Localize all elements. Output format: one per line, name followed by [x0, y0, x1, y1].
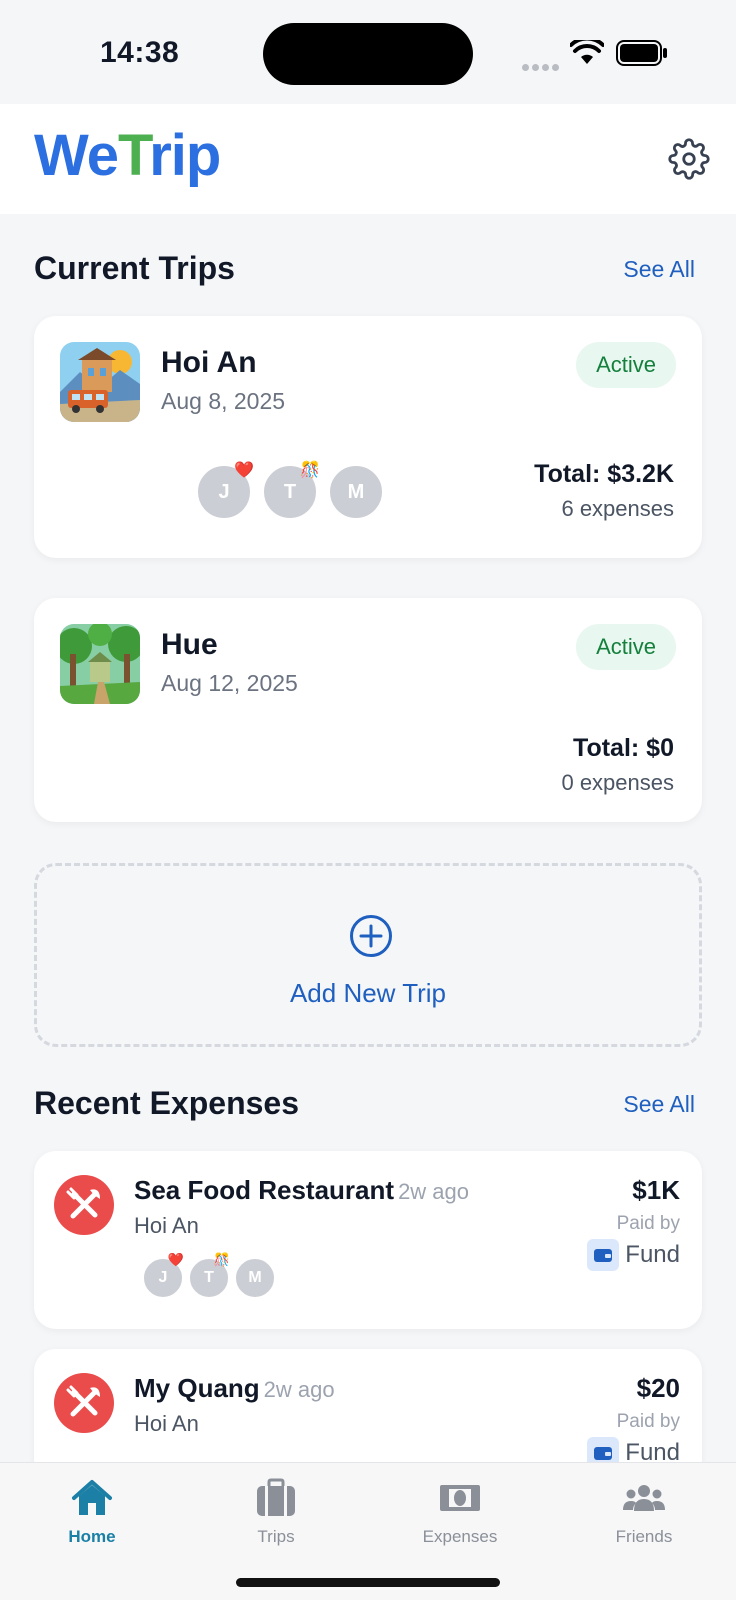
add-new-trip-label: Add New Trip: [289, 978, 447, 1008]
expense-amount: $20: [636, 1373, 680, 1403]
people-icon: [584, 1475, 704, 1521]
paid-by-label: Paid by: [616, 1213, 680, 1234]
trip-expense-count: 6 expenses: [561, 496, 674, 521]
avatar: T 🎊: [188, 1252, 230, 1299]
tab-trips[interactable]: Trips: [216, 1475, 336, 1547]
app-header: WeTrip: [0, 104, 736, 214]
expense-trip-name: Hoi An: [134, 1213, 199, 1238]
expense-card[interactable]: Sea Food Restaurant 2w ago Hoi An J ❤️ T …: [34, 1151, 702, 1329]
tab-friends[interactable]: Friends: [584, 1475, 704, 1547]
expense-title: My Quang 2w ago: [134, 1373, 335, 1403]
avatar: J ❤️: [196, 462, 254, 520]
app-logo: WeTrip: [34, 123, 221, 188]
trip-total: Total: $3.2K: [534, 460, 674, 488]
paid-by-fund: Fund: [587, 1239, 680, 1271]
trip-thumbnail-hoi-an: [60, 342, 140, 422]
trip-total: Total: $0: [573, 734, 674, 762]
avatar: M: [328, 464, 384, 520]
cellular-signal-icon: [522, 58, 562, 76]
trip-date: Aug 8, 2025: [161, 388, 286, 414]
avatar: J ❤️: [142, 1252, 184, 1299]
avatar: T 🎊: [262, 462, 320, 520]
expense-amount: $1K: [632, 1175, 680, 1205]
expense-members: J ❤️ T 🎊 M: [142, 1252, 280, 1299]
expense-time-ago: 2w ago: [263, 1377, 335, 1402]
status-badge: Active: [576, 624, 676, 670]
expense-title: Sea Food Restaurant 2w ago: [134, 1175, 470, 1205]
status-bar: 14:38: [0, 0, 736, 104]
current-trips-see-all-link[interactable]: See All: [623, 256, 695, 283]
status-badge: Active: [576, 342, 676, 388]
status-time: 14:38: [100, 36, 180, 69]
expense-time-ago: 2w ago: [398, 1179, 470, 1204]
cash-icon: [400, 1475, 520, 1521]
current-trips-title: Current Trips: [34, 250, 235, 286]
trip-date: Aug 12, 2025: [161, 670, 298, 696]
wallet-icon: [587, 1239, 620, 1271]
trip-name: Hue: [161, 628, 218, 661]
expense-trip-name: Hoi An: [134, 1411, 199, 1436]
avatar: M: [234, 1257, 276, 1299]
battery-icon: [616, 40, 667, 66]
plus-circle-icon: [350, 915, 392, 957]
wifi-icon: [570, 40, 604, 64]
trip-members: J ❤️ T 🎊 M: [196, 462, 394, 520]
trip-thumbnail-hue: [60, 624, 140, 704]
dynamic-island: [263, 23, 473, 85]
fork-knife-icon: [54, 1373, 114, 1433]
gear-icon[interactable]: [668, 138, 710, 180]
fork-knife-icon: [54, 1175, 114, 1235]
recent-expenses-title: Recent Expenses: [34, 1085, 300, 1121]
tab-expenses[interactable]: Expenses: [400, 1475, 520, 1547]
home-icon: [32, 1475, 152, 1521]
add-new-trip-button[interactable]: Add New Trip: [34, 863, 702, 1047]
suitcase-icon: [216, 1475, 336, 1521]
home-indicator: [236, 1578, 500, 1587]
trip-card-hue[interactable]: Hue Aug 12, 2025 Active Total: $0 0 expe…: [34, 598, 702, 822]
trip-card-hoi-an[interactable]: Hoi An Aug 8, 2025 Active J ❤️ T 🎊 M Tot…: [34, 316, 702, 558]
paid-by-label: Paid by: [616, 1411, 680, 1432]
trip-name: Hoi An: [161, 346, 257, 379]
recent-expenses-see-all-link[interactable]: See All: [623, 1091, 695, 1118]
tab-home[interactable]: Home: [32, 1475, 152, 1547]
trip-expense-count: 0 expenses: [561, 770, 674, 795]
